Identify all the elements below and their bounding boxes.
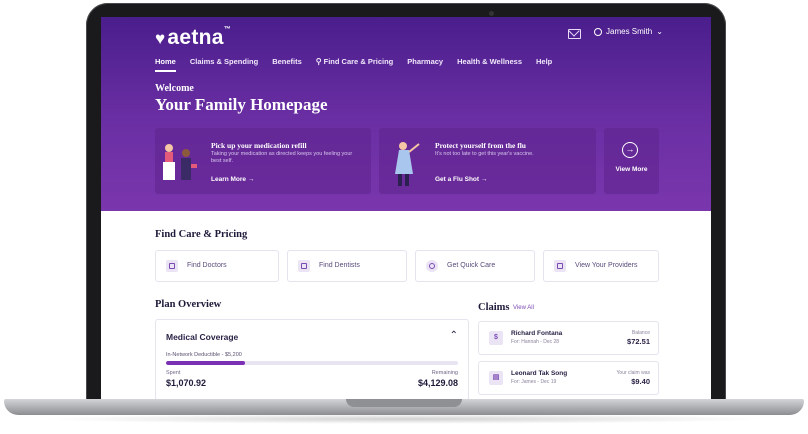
card-icon <box>554 260 566 272</box>
flu-shot-link[interactable]: Get a Flu Shot → <box>435 176 487 183</box>
clock-icon <box>426 260 438 272</box>
heart-icon: ♥ <box>155 29 166 48</box>
view-more-button[interactable]: → View More <box>604 128 659 194</box>
nav-benefits[interactable]: Benefits <box>272 57 302 72</box>
page-title: Your Family Homepage <box>155 95 328 114</box>
user-icon <box>594 27 602 36</box>
hero-banner: ♥aetna™ James Smith ⌄ Home Claims & Spen… <box>101 17 711 211</box>
claim-item[interactable]: $ Richard Fontana For: Hannah - Dec 28 B… <box>478 321 659 355</box>
camera-dot <box>489 11 494 16</box>
find-care-title: Find Care & Pricing <box>155 229 248 240</box>
find-dentists-card[interactable]: Find Dentists <box>287 250 407 282</box>
claim-icon: $ <box>489 331 503 345</box>
promo-title: Pick up your medication refill <box>211 141 307 150</box>
aetna-logo[interactable]: ♥aetna™ <box>155 26 231 50</box>
claim-name: Richard Fontana <box>511 330 563 337</box>
view-providers-label: View Your Providers <box>575 262 638 269</box>
remaining-label: Remaining <box>431 370 458 376</box>
remaining-value: $4,129.08 <box>417 378 458 388</box>
claim-amount: $9.40 <box>631 377 650 386</box>
promo-text: It's not too late to get this year's vac… <box>435 151 534 157</box>
find-dentists-label: Find Dentists <box>319 262 360 269</box>
search-icon: ⚲ <box>315 57 322 66</box>
view-providers-card[interactable]: View Your Providers <box>543 250 659 282</box>
promo-card-medication[interactable]: Pick up your medication refill Taking yo… <box>155 128 371 194</box>
nav-claims-spending[interactable]: Claims & Spending <box>190 57 258 72</box>
logo-trademark: ™ <box>223 26 232 33</box>
tooth-icon <box>298 260 310 272</box>
deductible-label: In-Network Deductible - $5,200 <box>166 352 242 358</box>
chevron-down-icon: ⌄ <box>656 27 663 36</box>
nav-find-care-label: Find Care & Pricing <box>323 57 394 66</box>
nav-home[interactable]: Home <box>155 57 176 72</box>
nav-find-care[interactable]: ⚲ Find Care & Pricing <box>316 57 393 72</box>
deductible-progress-bar <box>166 361 458 365</box>
building-icon <box>166 260 178 272</box>
plan-overview-title: Plan Overview <box>155 299 222 310</box>
medical-coverage-card: Medical Coverage ⌃ In-Network Deductible… <box>155 319 469 399</box>
user-name: James Smith <box>606 27 653 36</box>
claim-amount-label: Your claim was <box>616 370 650 376</box>
claim-name: Leonard Tak Song <box>511 370 568 377</box>
claim-amount-label: Balance <box>631 330 650 336</box>
nav-help[interactable]: Help <box>536 57 552 72</box>
arrow-right-circle-icon: → <box>622 142 638 158</box>
quick-care-card[interactable]: Get Quick Care <box>415 250 535 282</box>
welcome-text: Welcome <box>155 83 194 94</box>
laptop-base-notch <box>346 399 462 407</box>
deductible-progress-fill <box>166 361 245 365</box>
top-bar: ♥aetna™ James Smith ⌄ <box>101 17 711 57</box>
coverage-title: Medical Coverage <box>166 332 239 342</box>
find-doctors-card[interactable]: Find Doctors <box>155 250 279 282</box>
claims-view-all-link[interactable]: View All <box>513 305 534 311</box>
spent-label: Spent <box>166 370 181 376</box>
pharmacist-illustration <box>163 144 197 180</box>
claim-icon: ▤ <box>489 371 503 385</box>
claim-item[interactable]: ▤ Leonard Tak Song For: James - Dec 19 Y… <box>478 361 659 395</box>
mail-icon[interactable] <box>568 29 581 39</box>
claim-sub: For: Hannah - Dec 28 <box>511 339 560 345</box>
claim-amount: $72.51 <box>627 337 650 346</box>
main-nav: Home Claims & Spending Benefits ⚲ Find Ca… <box>155 57 552 72</box>
nav-health-wellness[interactable]: Health & Wellness <box>457 57 522 72</box>
woman-flu-illustration <box>395 142 420 186</box>
promo-card-flu[interactable]: Protect yourself from the flu It's not t… <box>379 128 596 194</box>
browser-screen: ♥aetna™ James Smith ⌄ Home Claims & Spen… <box>101 17 711 399</box>
claim-sub: For: James - Dec 19 <box>511 379 557 385</box>
learn-more-link[interactable]: Learn More → <box>211 176 254 183</box>
find-doctors-label: Find Doctors <box>187 262 227 269</box>
logo-text: aetna <box>167 26 224 49</box>
nav-pharmacy[interactable]: Pharmacy <box>407 57 443 72</box>
promo-title: Protect yourself from the flu <box>435 141 526 150</box>
chevron-up-icon[interactable]: ⌃ <box>450 330 458 341</box>
laptop-shadow <box>40 414 768 424</box>
promo-text: Taking your medication as directed keeps… <box>211 151 353 164</box>
view-more-label: View More <box>615 166 648 173</box>
claims-title: Claims <box>478 302 510 313</box>
user-menu[interactable]: James Smith ⌄ <box>594 27 663 36</box>
quick-care-label: Get Quick Care <box>447 262 496 269</box>
spent-value: $1,070.92 <box>166 378 207 388</box>
